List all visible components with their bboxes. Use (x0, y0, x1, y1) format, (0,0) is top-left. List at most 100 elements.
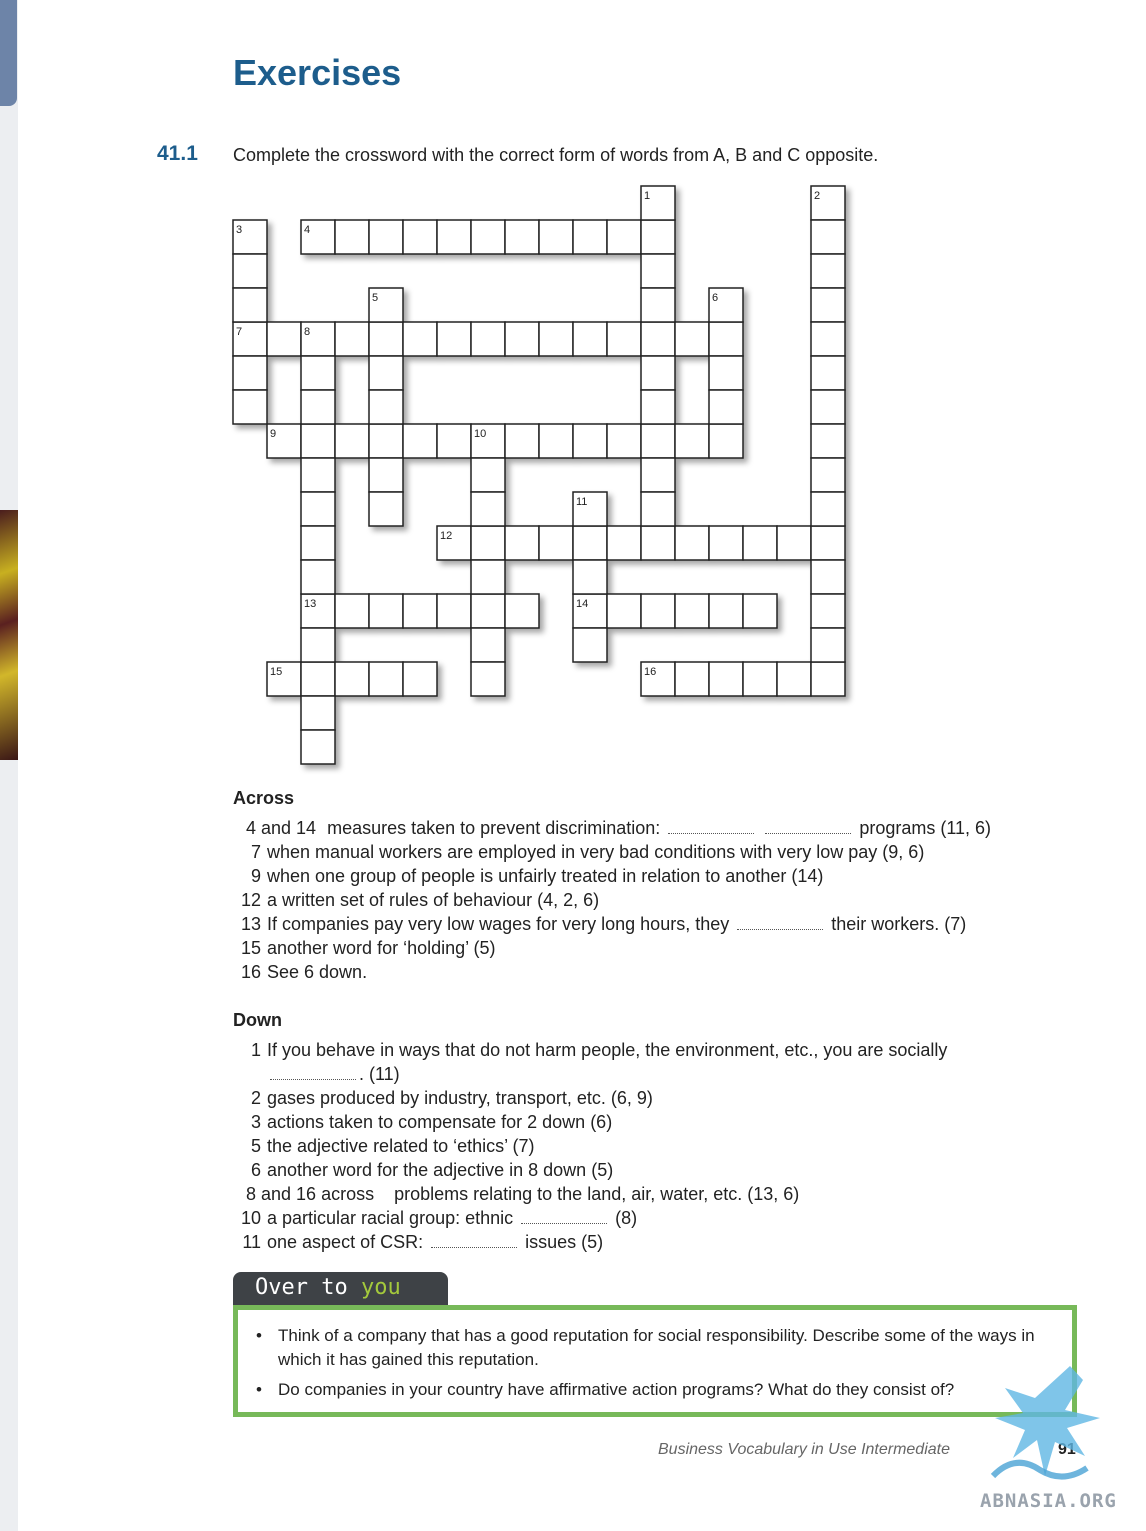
crossword-cell[interactable] (368, 457, 404, 493)
crossword-cell[interactable] (742, 661, 778, 697)
crossword-cell[interactable] (640, 423, 676, 459)
crossword-cell[interactable] (640, 287, 676, 323)
crossword-cell[interactable] (436, 321, 472, 357)
crossword-cell[interactable] (640, 219, 676, 255)
crossword-cell[interactable] (300, 695, 336, 731)
crossword-cell[interactable] (368, 355, 404, 391)
crossword-cell[interactable] (470, 457, 506, 493)
answer-blank[interactable] (270, 1077, 356, 1080)
crossword-cell[interactable] (470, 559, 506, 595)
crossword-cell[interactable] (368, 661, 404, 697)
crossword-cell[interactable] (606, 219, 642, 255)
crossword-cell[interactable] (300, 457, 336, 493)
crossword-cell[interactable] (470, 661, 506, 697)
crossword-cell[interactable] (572, 525, 608, 561)
crossword-cell[interactable] (402, 321, 438, 357)
crossword-cell[interactable] (674, 593, 710, 629)
crossword-cell[interactable] (572, 219, 608, 255)
answer-blank[interactable] (521, 1221, 608, 1224)
crossword-cell[interactable] (402, 661, 438, 697)
crossword-cell[interactable] (674, 423, 710, 459)
crossword-cell[interactable] (300, 559, 336, 595)
crossword-cell[interactable] (504, 219, 540, 255)
crossword-cell[interactable] (810, 457, 846, 493)
crossword-cell[interactable] (300, 491, 336, 527)
crossword-cell[interactable] (640, 253, 676, 289)
crossword-cell[interactable] (470, 219, 506, 255)
crossword-cell[interactable] (402, 423, 438, 459)
crossword-cell[interactable] (640, 525, 676, 561)
crossword-cell[interactable] (708, 423, 744, 459)
crossword-cell[interactable] (368, 423, 404, 459)
crossword-cell[interactable] (538, 219, 574, 255)
crossword-cell[interactable] (538, 321, 574, 357)
answer-blank[interactable] (668, 831, 755, 834)
crossword-cell[interactable] (402, 593, 438, 629)
crossword-cell[interactable] (470, 525, 506, 561)
crossword-cell[interactable] (606, 321, 642, 357)
crossword-cell[interactable] (708, 661, 744, 697)
crossword-cell[interactable] (742, 525, 778, 561)
crossword-cell[interactable] (300, 389, 336, 425)
crossword-cell[interactable] (232, 389, 268, 425)
crossword-cell[interactable] (708, 321, 744, 357)
crossword-cell[interactable] (300, 627, 336, 663)
crossword-cell[interactable] (232, 253, 268, 289)
crossword-cell[interactable] (776, 525, 812, 561)
crossword-cell[interactable] (640, 457, 676, 493)
crossword-cell[interactable] (334, 423, 370, 459)
crossword-cell[interactable] (810, 253, 846, 289)
crossword-cell[interactable] (640, 593, 676, 629)
crossword-cell[interactable] (606, 423, 642, 459)
crossword-cell[interactable] (810, 559, 846, 595)
crossword-cell[interactable] (674, 661, 710, 697)
crossword-cell[interactable] (640, 321, 676, 357)
crossword-cell[interactable] (572, 423, 608, 459)
crossword-cell[interactable] (742, 593, 778, 629)
crossword-cell[interactable] (640, 389, 676, 425)
crossword-cell[interactable] (810, 321, 846, 357)
crossword-cell[interactable] (810, 491, 846, 527)
crossword-cell[interactable] (436, 593, 472, 629)
crossword-cell[interactable] (436, 219, 472, 255)
answer-blank[interactable] (431, 1245, 518, 1248)
crossword-cell[interactable] (810, 355, 846, 391)
crossword-cell[interactable] (810, 661, 846, 697)
answer-blank[interactable] (765, 831, 852, 834)
crossword-cell[interactable] (368, 593, 404, 629)
crossword-cell[interactable] (674, 321, 710, 357)
crossword-cell[interactable] (538, 423, 574, 459)
crossword-cell[interactable] (640, 491, 676, 527)
crossword-cell[interactable] (368, 389, 404, 425)
crossword-cell[interactable] (300, 423, 336, 459)
crossword-cell[interactable] (810, 593, 846, 629)
crossword-cell[interactable] (810, 525, 846, 561)
crossword-cell[interactable] (368, 219, 404, 255)
crossword-cell[interactable] (232, 355, 268, 391)
answer-blank[interactable] (737, 927, 824, 930)
crossword-cell[interactable] (436, 423, 472, 459)
crossword-cell[interactable] (606, 593, 642, 629)
crossword-cell[interactable] (810, 627, 846, 663)
crossword-cell[interactable] (300, 355, 336, 391)
crossword-cell[interactable] (470, 321, 506, 357)
crossword-cell[interactable] (368, 491, 404, 527)
crossword-cell[interactable] (572, 627, 608, 663)
crossword-cell[interactable] (334, 593, 370, 629)
crossword-cell[interactable] (470, 627, 506, 663)
crossword-cell[interactable] (708, 389, 744, 425)
crossword-cell[interactable] (300, 661, 336, 697)
crossword-cell[interactable] (470, 593, 506, 629)
crossword-cell[interactable] (708, 525, 744, 561)
crossword-cell[interactable] (674, 525, 710, 561)
crossword-cell[interactable] (504, 321, 540, 357)
crossword-cell[interactable] (504, 423, 540, 459)
crossword-cell[interactable] (538, 525, 574, 561)
crossword-cell[interactable] (300, 729, 336, 765)
crossword-cell[interactable] (640, 355, 676, 391)
crossword-cell[interactable] (572, 559, 608, 595)
crossword-cell[interactable] (776, 661, 812, 697)
crossword-cell[interactable] (810, 423, 846, 459)
crossword-cell[interactable] (606, 525, 642, 561)
crossword-cell[interactable] (504, 593, 540, 629)
